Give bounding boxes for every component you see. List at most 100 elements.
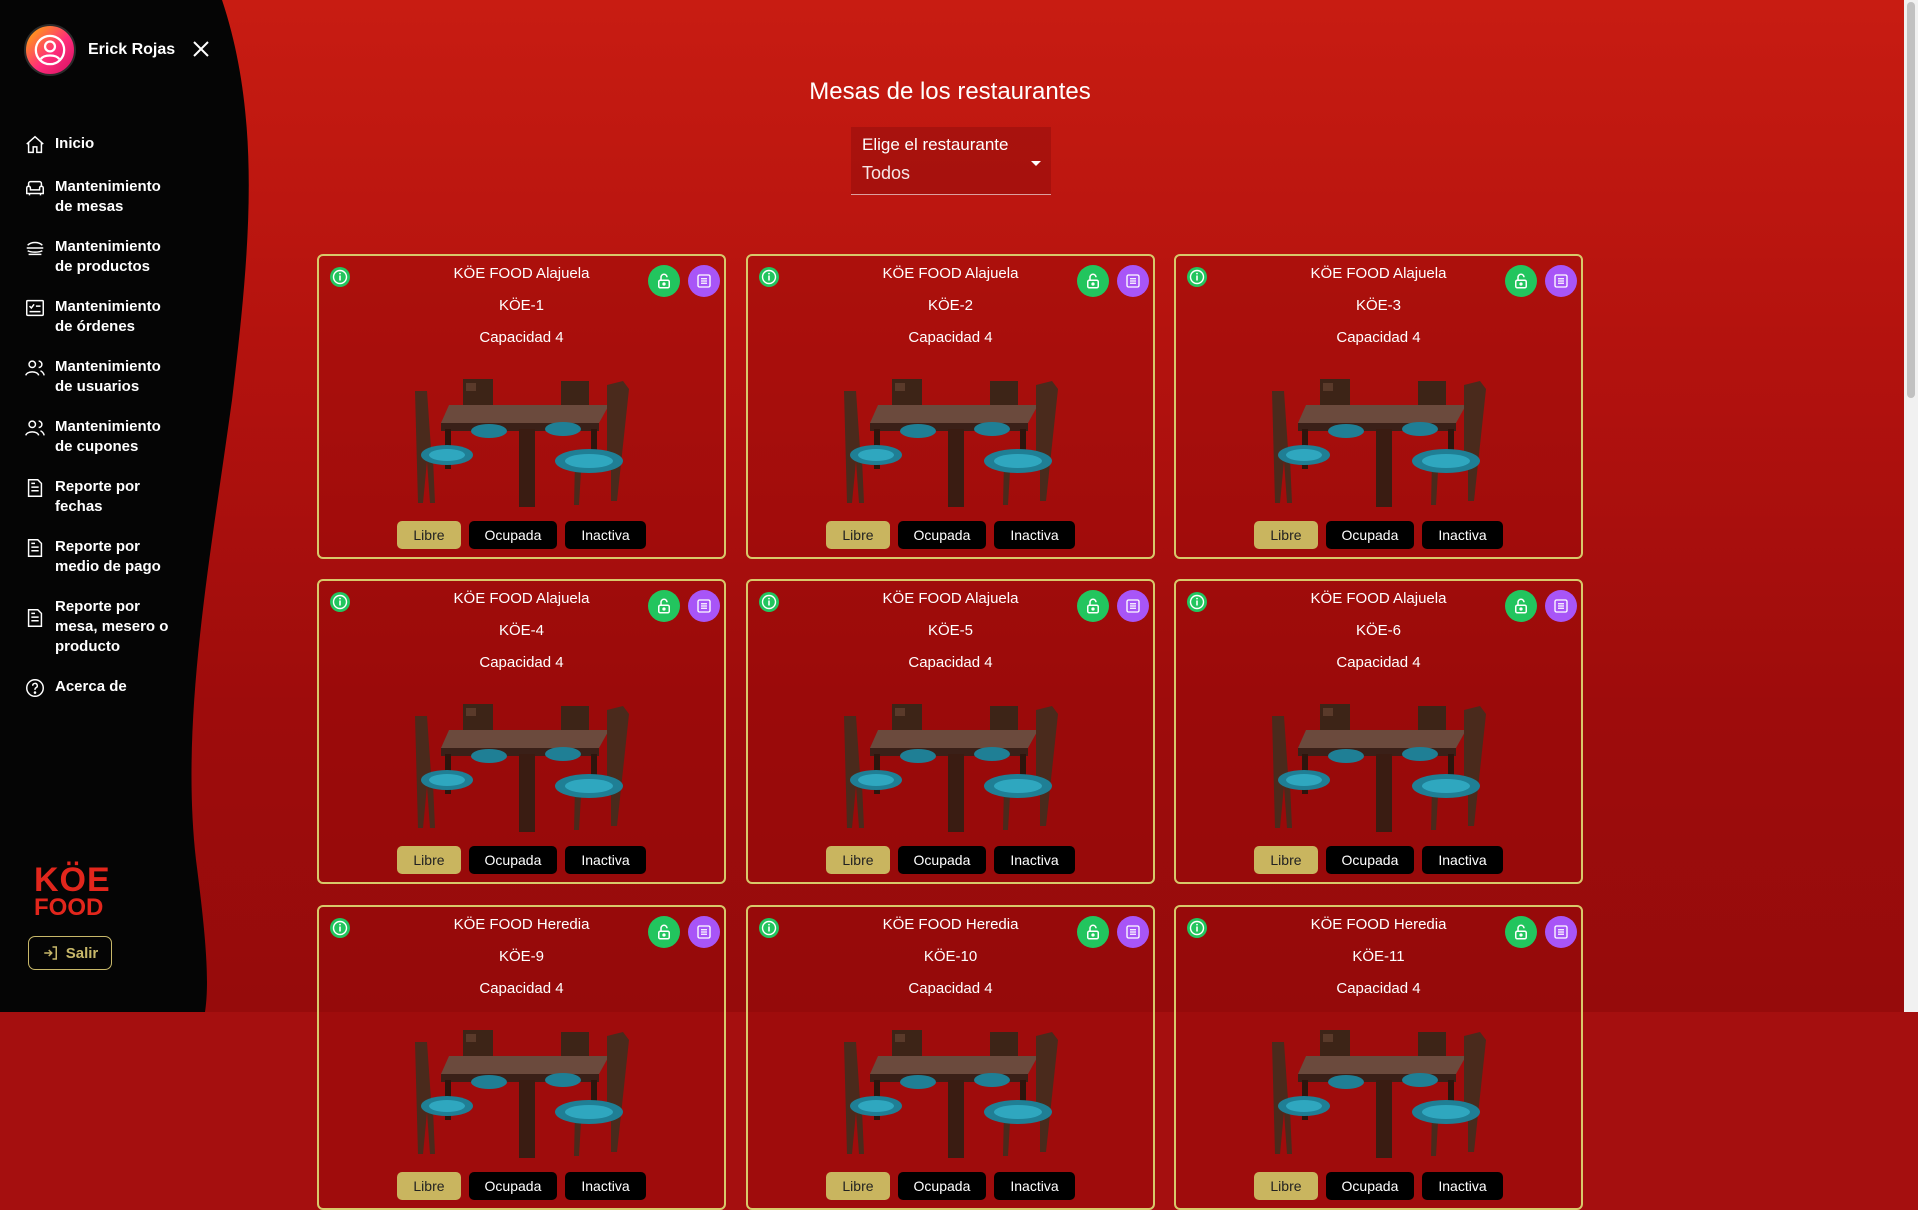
table-card: KÖE FOOD Alajuela KÖE-4 Capacidad 4 Libre O…	[317, 579, 726, 884]
table-image	[844, 1030, 1058, 1158]
status-ocupada-button[interactable]: Ocupada	[1325, 1172, 1415, 1200]
list-icon	[697, 599, 711, 613]
order-list-button[interactable]	[1117, 916, 1149, 948]
list-icon	[1126, 274, 1140, 288]
sidebar: Erick Rojas Inicio Mantenimiento de mesa…	[0, 0, 230, 1012]
sidebar-item-cupones[interactable]: Mantenimiento de cupones	[24, 417, 175, 457]
table-image-wrap	[1268, 371, 1494, 511]
sidebar-item-mesas[interactable]: Mantenimiento de mesas	[24, 177, 175, 217]
sidebar-item-label: Mantenimiento de mesas	[55, 178, 161, 215]
status-inactiva-button[interactable]: Inactiva	[565, 521, 646, 549]
sidebar-item-label: Mantenimiento de productos	[55, 238, 161, 275]
lock-button[interactable]	[648, 265, 680, 297]
status-inactiva-button[interactable]: Inactiva	[994, 1172, 1075, 1200]
lock-button[interactable]	[648, 590, 680, 622]
status-inactiva-button[interactable]: Inactiva	[1422, 521, 1503, 549]
table-image	[1272, 704, 1486, 832]
status-libre-button[interactable]: Libre	[826, 1172, 890, 1200]
status-ocupada-button[interactable]: Ocupada	[897, 1172, 987, 1200]
table-image	[844, 379, 1058, 507]
lock-button[interactable]	[1505, 590, 1537, 622]
brand-logo: KÖE FOOD	[34, 861, 111, 921]
status-inactiva-button[interactable]: Inactiva	[1422, 1172, 1503, 1200]
sidebar-item-reporte-pago[interactable]: Reporte por medio de pago	[24, 537, 175, 577]
status-inactiva-button[interactable]: Inactiva	[1422, 846, 1503, 874]
order-list-button[interactable]	[1545, 265, 1577, 297]
lock-icon	[658, 598, 670, 614]
chevron-down-icon	[1031, 161, 1041, 166]
order-list-button[interactable]	[1117, 265, 1149, 297]
lock-button[interactable]	[1505, 265, 1537, 297]
sidebar-item-usuarios[interactable]: Mantenimiento de usuarios	[24, 357, 175, 397]
status-ocupada-button[interactable]: Ocupada	[1325, 521, 1415, 549]
status-libre-button[interactable]: Libre	[1254, 521, 1318, 549]
sidebar-item-ordenes[interactable]: Mantenimiento de órdenes	[24, 297, 175, 337]
table-image-wrap	[411, 696, 637, 836]
status-ocupada-button[interactable]: Ocupada	[468, 846, 558, 874]
scrollbar-thumb[interactable]	[1907, 2, 1915, 398]
sidebar-item-productos[interactable]: Mantenimiento de productos	[24, 237, 175, 277]
user-name: Erick Rojas	[88, 41, 176, 58]
status-ocupada-button[interactable]: Ocupada	[897, 521, 987, 549]
logout-label: Salir	[65, 944, 99, 962]
sidebar-item-inicio[interactable]: Inicio	[24, 134, 175, 156]
report-icon	[27, 539, 43, 557]
close-icon[interactable]	[190, 38, 212, 60]
table-image-wrap	[1268, 1022, 1494, 1162]
order-list-button[interactable]	[1545, 916, 1577, 948]
status-libre-button[interactable]: Libre	[1254, 846, 1318, 874]
order-list-button[interactable]	[688, 265, 720, 297]
sidebar-item-reporte-mesa[interactable]: Reporte por mesa, mesero o producto	[24, 597, 175, 657]
list-icon	[1554, 274, 1568, 288]
lock-button[interactable]	[1077, 590, 1109, 622]
sidebar-item-reporte-fechas[interactable]: Reporte por fechas	[24, 477, 175, 517]
lock-button[interactable]	[1077, 916, 1109, 948]
status-libre-button[interactable]: Libre	[397, 1172, 461, 1200]
scrollbar[interactable]	[1904, 0, 1918, 1012]
lock-button[interactable]	[648, 916, 680, 948]
table-capacity: Capacidad 4	[1336, 654, 1421, 671]
users-icon	[25, 360, 45, 376]
lock-icon	[1515, 598, 1527, 614]
table-image	[415, 379, 629, 507]
sidebar-item-label: Reporte por fechas	[55, 478, 141, 515]
table-code: KÖE-6	[1355, 622, 1401, 639]
table-code: KÖE-9	[498, 948, 544, 965]
order-list-button[interactable]	[1117, 590, 1149, 622]
table-card: KÖE FOOD Heredia KÖE-9 Capacidad 4 Libre Oc…	[317, 905, 726, 1210]
status-libre-button[interactable]: Libre	[826, 521, 890, 549]
status-libre-button[interactable]: Libre	[397, 846, 461, 874]
restaurant-select[interactable]: Elige el restaurante Todos	[851, 127, 1051, 195]
order-list-button[interactable]	[688, 916, 720, 948]
status-ocupada-button[interactable]: Ocupada	[468, 1172, 558, 1200]
logout-button[interactable]: Salir	[28, 936, 112, 970]
table-image-wrap	[411, 371, 637, 511]
avatar[interactable]	[24, 24, 76, 76]
sidebar-item-acerca[interactable]: Acerca de	[24, 677, 175, 699]
status-inactiva-button[interactable]: Inactiva	[994, 846, 1075, 874]
user-profile: Erick Rojas	[24, 24, 175, 76]
table-capacity: Capacidad 4	[908, 654, 993, 671]
status-libre-button[interactable]: Libre	[397, 521, 461, 549]
report-icon	[27, 609, 43, 627]
list-icon	[697, 274, 711, 288]
report-icon	[27, 479, 43, 497]
status-libre-button[interactable]: Libre	[1254, 1172, 1318, 1200]
food-icon	[26, 241, 44, 256]
status-ocupada-button[interactable]: Ocupada	[897, 846, 987, 874]
lock-icon	[1087, 924, 1099, 940]
order-list-button[interactable]	[1545, 590, 1577, 622]
status-ocupada-button[interactable]: Ocupada	[468, 521, 558, 549]
order-list-button[interactable]	[688, 590, 720, 622]
status-libre-button[interactable]: Libre	[826, 846, 890, 874]
lock-button[interactable]	[1505, 916, 1537, 948]
status-inactiva-button[interactable]: Inactiva	[565, 846, 646, 874]
status-inactiva-button[interactable]: Inactiva	[994, 521, 1075, 549]
list-icon	[1554, 925, 1568, 939]
lock-button[interactable]	[1077, 265, 1109, 297]
status-ocupada-button[interactable]: Ocupada	[1325, 846, 1415, 874]
status-buttons: Libre Ocupada Inactiva	[319, 1172, 724, 1200]
table-card: KÖE FOOD Alajuela KÖE-5 Capacidad 4 Libre O…	[746, 579, 1155, 884]
status-inactiva-button[interactable]: Inactiva	[565, 1172, 646, 1200]
table-code: KÖE-3	[1355, 297, 1401, 314]
